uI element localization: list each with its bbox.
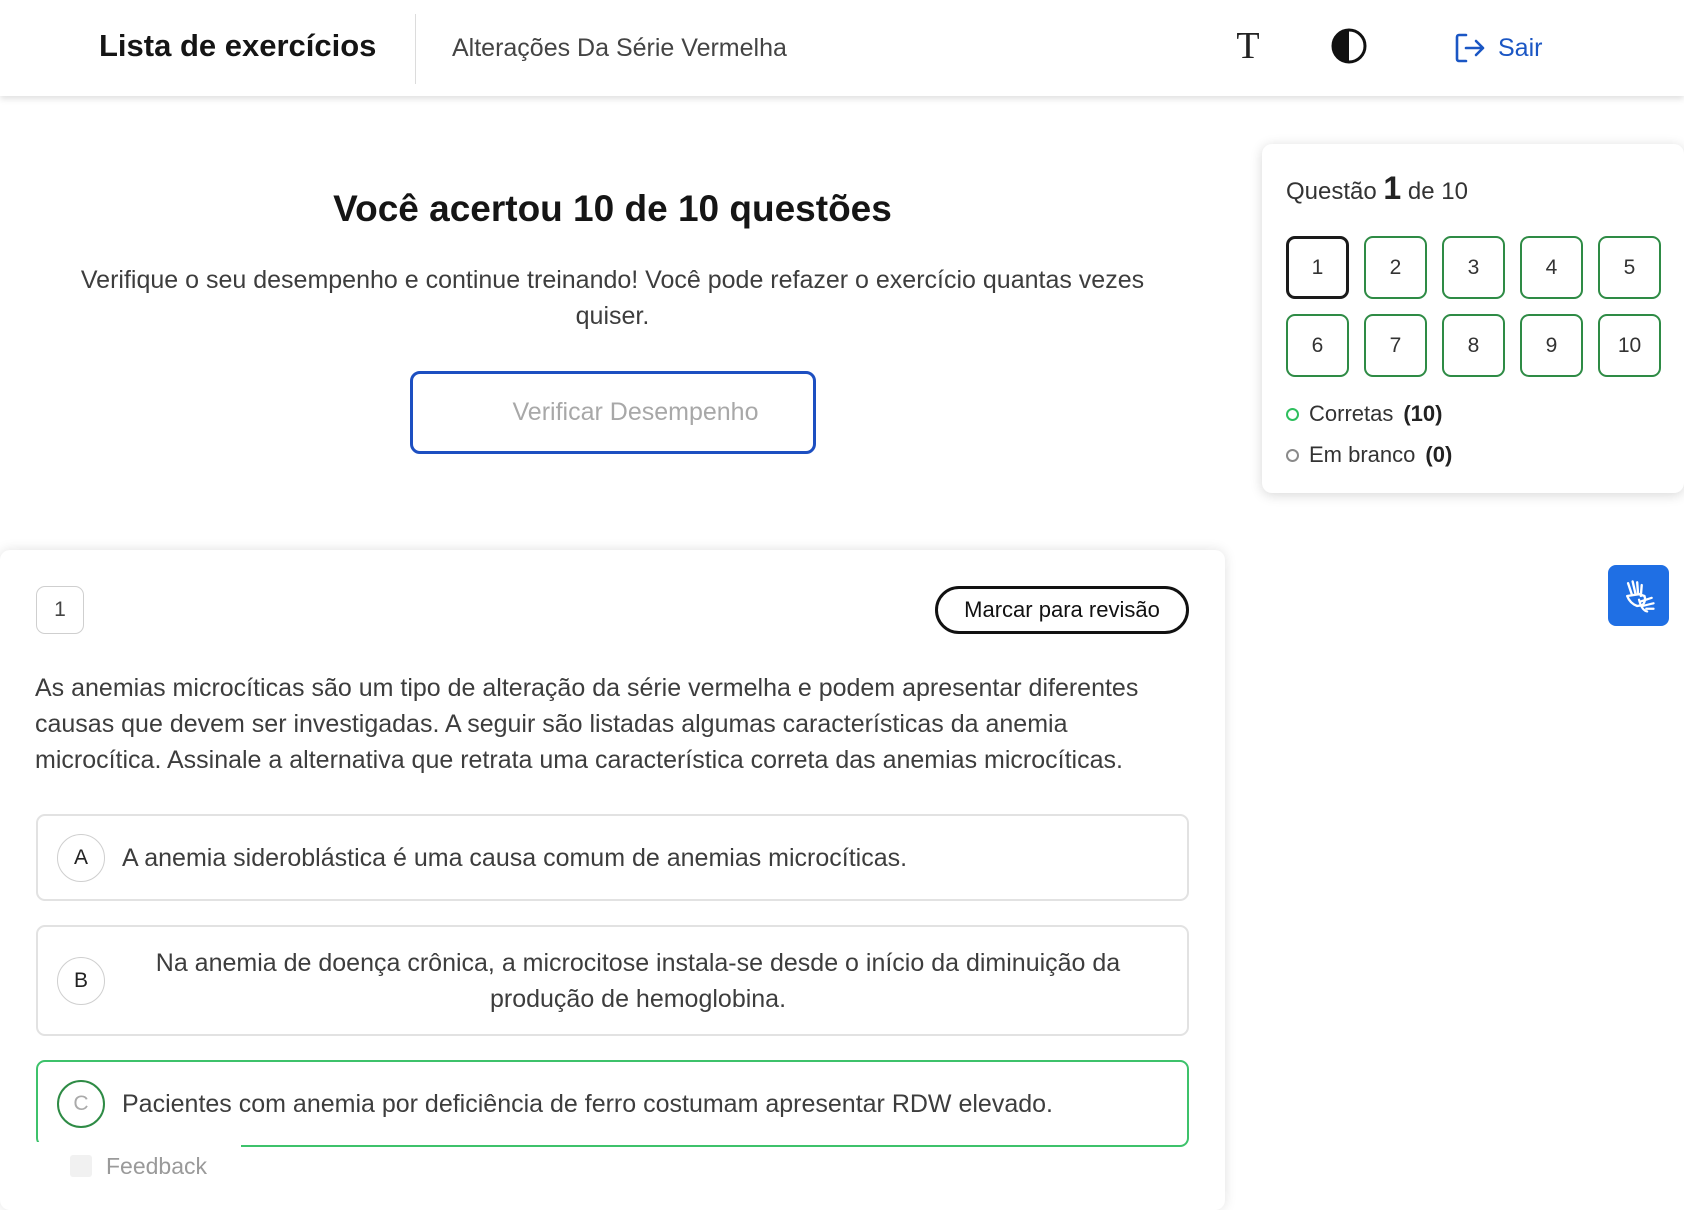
feedback-label: Feedback (106, 1152, 208, 1179)
question-button[interactable]: 5 (1598, 236, 1661, 299)
legend-blank-label: Em branco (1309, 442, 1416, 467)
blank-dot-icon (1286, 448, 1299, 462)
question-grid: 1 2 3 4 5 6 7 8 9 10 (1286, 236, 1661, 377)
logout-label: Sair (1498, 33, 1543, 62)
question-button[interactable]: 4 (1520, 236, 1583, 299)
mark-for-review-button[interactable]: Marcar para revisão (935, 586, 1189, 634)
page-subtitle: Alterações Da Série Vermelha (452, 34, 787, 62)
question-number-badge: 1 (36, 586, 84, 634)
verify-performance-button[interactable]: Verificar Desempenho (410, 371, 816, 454)
header-divider (415, 14, 416, 84)
sign-language-hands-icon (1625, 579, 1655, 613)
option-letter: A (57, 834, 105, 882)
option-text: A anemia sideroblástica é uma causa comu… (122, 844, 908, 872)
navigator-current: 1 (1383, 170, 1402, 206)
option-b[interactable]: B Na anemia de doença crônica, a microci… (36, 925, 1189, 1036)
navigator-label-prefix: Questão (1286, 178, 1377, 205)
question-button[interactable]: 1 (1286, 236, 1349, 299)
legend-correct-count: (10) (1403, 401, 1443, 426)
question-button[interactable]: 10 (1598, 314, 1661, 377)
option-letter: B (57, 957, 105, 1005)
question-statement: As anemias microcíticas são um tipo de a… (35, 674, 1139, 774)
question-button[interactable]: 2 (1364, 236, 1427, 299)
top-header: Lista de exercícios Alterações Da Série … (0, 0, 1684, 96)
legend-correct: Corretas (10) (1286, 401, 1442, 427)
option-a[interactable]: A A anemia sideroblástica é uma causa co… (36, 814, 1189, 901)
result-description: Verifique o seu desempenho e continue tr… (80, 266, 1145, 330)
feedback-button[interactable]: Feedback (36, 1142, 241, 1190)
sign-language-button[interactable] (1608, 565, 1669, 626)
question-button[interactable]: 9 (1520, 314, 1583, 377)
legend-blank: Em branco (0) (1286, 442, 1452, 468)
question-button[interactable]: 3 (1442, 236, 1505, 299)
correct-dot-icon (1286, 407, 1299, 421)
result-title: Você acertou 10 de 10 questões (333, 188, 892, 229)
legend-blank-count: (0) (1425, 442, 1453, 467)
logout-icon (1455, 33, 1485, 63)
logout-button[interactable]: Sair (1452, 28, 1542, 68)
contrast-icon[interactable] (1330, 27, 1368, 65)
question-button[interactable]: 8 (1442, 314, 1505, 377)
question-navigator: Questão 1 de 10 1 2 3 4 5 6 7 8 9 10 Cor… (1262, 144, 1684, 493)
question-card: 1 Marcar para revisão As anemias microcí… (0, 550, 1225, 1210)
question-button[interactable]: 7 (1364, 314, 1427, 377)
option-letter: C (57, 1080, 105, 1128)
app-title: Lista de exercícios (99, 28, 377, 63)
navigator-header: Questão 1 de 10 (1286, 170, 1468, 207)
feedback-icon (70, 1155, 92, 1177)
option-text: Na anemia de doença crônica, a microcito… (155, 949, 1121, 1013)
question-button[interactable]: 6 (1286, 314, 1349, 377)
option-c[interactable]: C Pacientes com anemia por deficiência d… (36, 1060, 1189, 1147)
navigator-label-suffix: de 10 (1407, 178, 1468, 205)
font-size-icon[interactable]: T (1226, 24, 1270, 68)
option-text: Pacientes com anemia por deficiência de … (122, 1090, 1053, 1118)
legend-correct-label: Corretas (1309, 401, 1394, 426)
